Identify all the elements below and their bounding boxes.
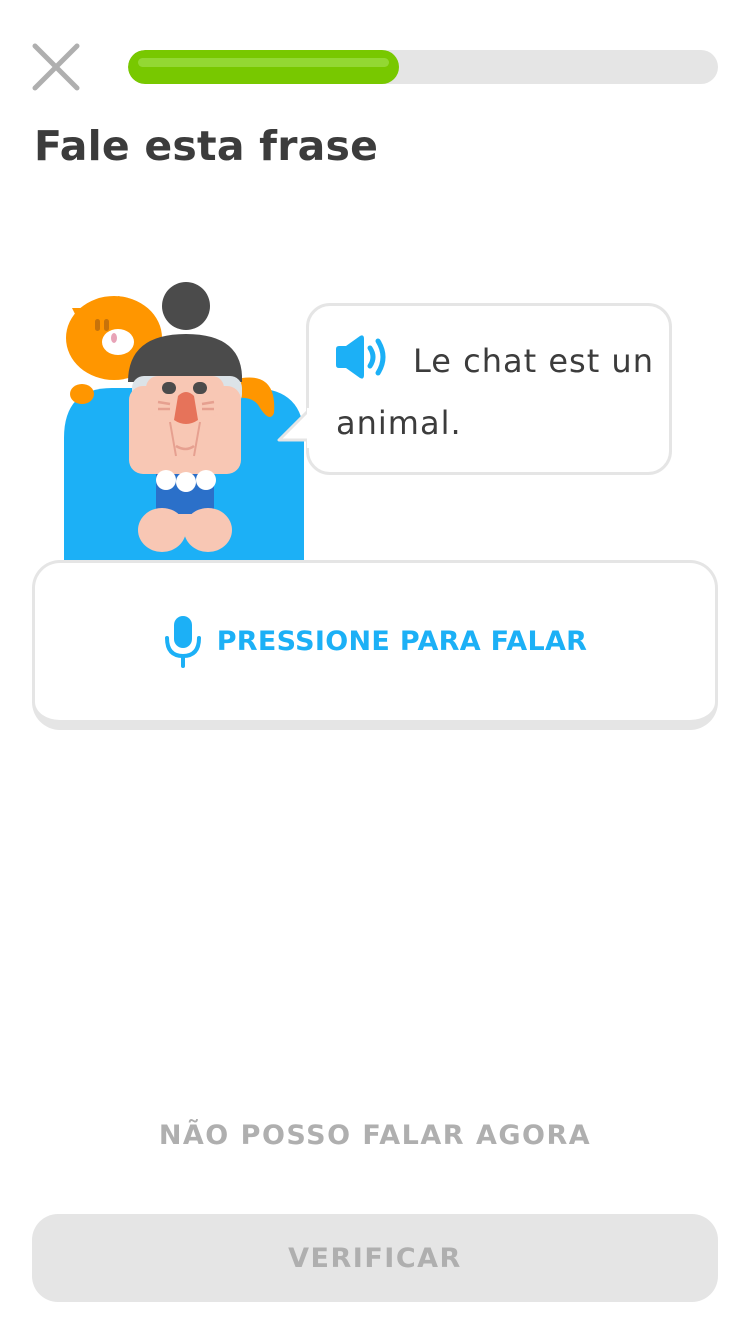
progress-bar-fill xyxy=(128,50,400,84)
page-title: Fale esta frase xyxy=(34,122,379,170)
close-button[interactable] xyxy=(26,37,86,97)
speech-bubble-tail xyxy=(277,408,315,448)
microphone-icon xyxy=(164,615,201,668)
progress-bar xyxy=(128,50,718,84)
press-to-speak-label: PRESSIONE PARA FALAR xyxy=(216,626,588,657)
press-to-speak-content: PRESSIONE PARA FALAR xyxy=(163,614,588,670)
progress-bar-highlight xyxy=(138,58,390,67)
cant-speak-now-button[interactable]: NÃO POSSO FALAR AGORA xyxy=(0,1120,750,1151)
close-icon xyxy=(32,43,80,91)
press-to-speak-button[interactable]: PRESSIONE PARA FALAR xyxy=(32,560,718,730)
check-button[interactable]: VERIFICAR xyxy=(32,1214,718,1302)
sentence-text: Le chat est un animal. xyxy=(336,342,654,442)
